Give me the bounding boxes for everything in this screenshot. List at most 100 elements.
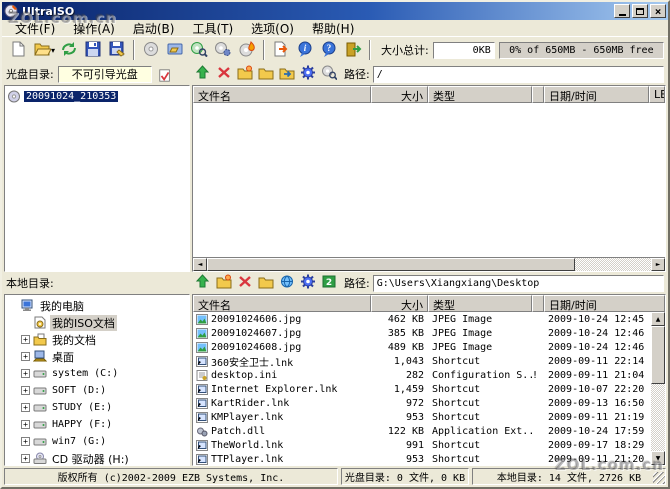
disc-files-body[interactable]	[193, 103, 665, 257]
help-button[interactable]: ?	[317, 39, 341, 61]
disc-view-cd-button[interactable]	[318, 65, 339, 84]
vscroll-track[interactable]	[651, 384, 665, 451]
vscroll-thumb[interactable]	[651, 326, 665, 384]
file-row[interactable]: Patch.dll122 KBApplication Ext...2009-10…	[193, 424, 651, 438]
expand-plus-icon[interactable]: +	[21, 437, 30, 446]
tree-item-6[interactable]: +HAPPY (F:)	[7, 416, 189, 433]
check-note-icon	[158, 68, 172, 81]
column-header-文件名[interactable]: 文件名	[193, 86, 371, 103]
disc-up-button[interactable]	[192, 65, 213, 84]
disc-path-field[interactable]: /	[373, 66, 664, 83]
save-as-icon	[108, 41, 126, 60]
expand-plus-icon[interactable]: +	[21, 386, 30, 395]
local-vscrollbar[interactable]: ▲ ▼	[651, 312, 665, 465]
local-up-button[interactable]	[192, 274, 213, 293]
menu-item-2[interactable]: 启动(B)	[124, 19, 184, 38]
menu-item-5[interactable]: 帮助(H)	[303, 19, 363, 38]
tree-item-my-computer[interactable]: 我的电脑	[7, 297, 189, 314]
column-header-日期/时间[interactable]: 日期/时间	[544, 295, 665, 312]
open-dropdown-icon[interactable]: ▾	[51, 46, 55, 55]
scroll-right-icon[interactable]: ►	[651, 258, 665, 271]
expand-plus-icon[interactable]: +	[21, 420, 30, 429]
tree-item-8[interactable]: +CD 驱动器 (H:)	[7, 450, 189, 466]
menu-item-0[interactable]: 文件(F)	[6, 19, 64, 38]
rename-folder-icon	[258, 274, 274, 292]
expand-plus-icon[interactable]: +	[21, 335, 30, 344]
tree-item-5[interactable]: +STUDY (E:)	[7, 399, 189, 416]
disc-new-folder-button[interactable]	[234, 65, 255, 84]
expand-plus-icon[interactable]: +	[21, 454, 30, 463]
new-image-button[interactable]	[6, 39, 30, 61]
disc-delete-button[interactable]	[213, 65, 234, 84]
save-button[interactable]	[81, 39, 105, 61]
column-header-flag[interactable]	[532, 295, 544, 312]
column-header-大小[interactable]: 大小	[371, 86, 428, 103]
hscroll-thumb[interactable]	[207, 258, 575, 271]
local-second-window-button[interactable]: 2	[318, 274, 339, 293]
local-refresh-globe-button[interactable]	[276, 274, 297, 293]
local-new-folder-button[interactable]	[213, 274, 234, 293]
hscroll-track[interactable]	[575, 258, 651, 271]
file-row[interactable]: 20091024607.jpg385 KBJPEG Image2009-10-2…	[193, 326, 651, 340]
tree-item-7[interactable]: +win7 (G:)	[7, 433, 189, 450]
column-header-LB[interactable]: LB	[649, 86, 665, 103]
local-settings-button[interactable]	[297, 274, 318, 293]
disc-root-item[interactable]: 20091024_210353	[7, 88, 189, 105]
disc-hscrollbar[interactable]: ◄ ►	[193, 257, 665, 271]
tree-item-2[interactable]: +桌面	[7, 348, 189, 365]
boot-check-button[interactable]	[156, 65, 177, 84]
make-cd-image-button[interactable]	[139, 39, 163, 61]
expand-plus-icon[interactable]: +	[21, 352, 30, 361]
file-row[interactable]: 20091024608.jpg489 KBJPEG Image2009-10-2…	[193, 340, 651, 354]
close-button[interactable]: ×	[650, 4, 666, 18]
column-header-日期/时间[interactable]: 日期/时间	[544, 86, 649, 103]
file-row[interactable]: desktop.ini282Configuration S...!2009-09…	[193, 368, 651, 382]
burn-cd-button[interactable]	[235, 39, 259, 61]
expand-plus-icon[interactable]: +	[21, 403, 30, 412]
column-header-类型[interactable]: 类型	[428, 86, 532, 103]
convert-button[interactable]	[57, 39, 81, 61]
minimize-button[interactable]	[614, 4, 630, 18]
mount-virtual-button[interactable]	[163, 39, 187, 61]
verify-cd-button[interactable]	[187, 39, 211, 61]
tree-item-1[interactable]: +我的文档	[7, 331, 189, 348]
file-row[interactable]: 20091024606.jpg462 KBJPEG Image2009-10-2…	[193, 312, 651, 326]
tree-item-4[interactable]: + SOFT (D:)	[7, 382, 189, 399]
file-row[interactable]: 360安全卫士.lnk1,043Shortcut2009-09-11 22:14	[193, 354, 651, 368]
file-row[interactable]: TTPlayer.lnk953Shortcut2009-09-11 21:20	[193, 452, 651, 465]
expand-plus-icon[interactable]: +	[21, 369, 30, 378]
verify-cd-icon	[190, 41, 208, 60]
menu-item-3[interactable]: 工具(T)	[183, 19, 242, 38]
menu-item-4[interactable]: 选项(O)	[242, 19, 303, 38]
menu-item-1[interactable]: 操作(A)	[64, 19, 124, 38]
resize-grip[interactable]	[653, 472, 665, 484]
disc-settings-button[interactable]	[297, 65, 318, 84]
local-path-field[interactable]: G:\Users\Xiangxiang\Desktop	[373, 275, 664, 292]
file-row[interactable]: KMPlayer.lnk953Shortcut2009-09-11 21:19	[193, 410, 651, 424]
column-header-大小[interactable]: 大小	[371, 295, 428, 312]
compress-image-button[interactable]	[211, 39, 235, 61]
disc-extract-button[interactable]	[276, 65, 297, 84]
tree-item-0[interactable]: 我的ISO文档	[7, 314, 189, 331]
export-button[interactable]	[269, 39, 293, 61]
tree-item-label: SOFT (D:)	[50, 385, 108, 396]
scroll-up-icon[interactable]: ▲	[651, 312, 665, 326]
exit-button[interactable]	[341, 39, 365, 61]
column-header-文件名[interactable]: 文件名	[193, 295, 371, 312]
scroll-down-icon[interactable]: ▼	[651, 451, 665, 465]
file-row[interactable]: Internet Explorer.lnk1,459Shortcut2009-1…	[193, 382, 651, 396]
local-delete-button[interactable]	[234, 274, 255, 293]
scroll-left-icon[interactable]: ◄	[193, 258, 207, 271]
tree-item-3[interactable]: +system (C:)	[7, 365, 189, 382]
maximize-button[interactable]	[632, 4, 648, 18]
title-bar[interactable]: UltraISO ×	[2, 2, 668, 20]
file-row[interactable]: TheWorld.lnk991Shortcut2009-09-17 18:29	[193, 438, 651, 452]
disc-rename-folder-button[interactable]	[255, 65, 276, 84]
capacity-bar: 0% of 650MB - 650MB free	[499, 42, 664, 59]
info-button[interactable]: i	[293, 39, 317, 61]
local-rename-folder-button[interactable]	[255, 274, 276, 293]
save-as-button[interactable]	[105, 39, 129, 61]
column-header-flag[interactable]	[532, 86, 544, 103]
column-header-类型[interactable]: 类型	[428, 295, 532, 312]
file-row[interactable]: KartRider.lnk972Shortcut2009-09-13 16:50	[193, 396, 651, 410]
